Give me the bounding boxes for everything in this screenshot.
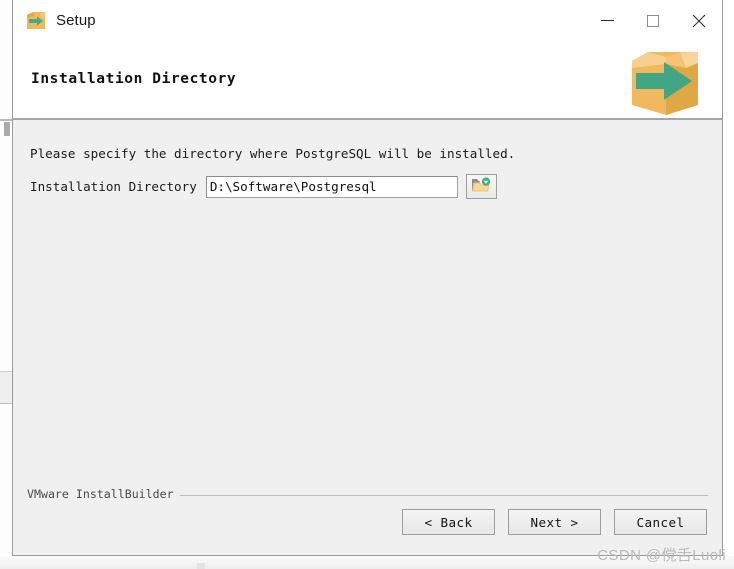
page-title: Installation Directory <box>31 71 237 87</box>
page-header: Installation Directory <box>13 41 722 120</box>
minimize-icon <box>600 20 614 21</box>
close-icon <box>691 13 707 29</box>
footer-brand-label: VMware InstallBuilder <box>27 487 180 501</box>
back-button[interactable]: < Back <box>402 509 495 535</box>
window-controls <box>584 0 722 41</box>
desktop-bottom-strip <box>0 556 734 569</box>
browse-directory-button[interactable] <box>465 174 497 199</box>
desktop-bottom-marker <box>197 563 205 569</box>
close-button[interactable] <box>676 0 722 41</box>
window-title: Setup <box>56 12 96 29</box>
desktop-background: Setup Installation Directory Please spec… <box>0 0 734 569</box>
instruction-text: Please specify the directory where Postg… <box>30 146 516 161</box>
minimize-button[interactable] <box>584 0 630 41</box>
maximize-button[interactable] <box>630 0 676 41</box>
installation-directory-label: Installation Directory <box>30 179 197 194</box>
background-window-handle <box>4 122 10 136</box>
main-content: Please specify the directory where Postg… <box>13 120 722 481</box>
installation-directory-row: Installation Directory <box>30 174 497 199</box>
next-button[interactable]: Next > <box>508 509 601 535</box>
installbuilder-box-arrow-icon <box>25 10 47 32</box>
footer: VMware InstallBuilder < Back Next > Canc… <box>13 481 722 555</box>
footer-button-group: < Back Next > Cancel <box>402 509 707 535</box>
cancel-button[interactable]: Cancel <box>614 509 707 535</box>
maximize-icon <box>647 14 659 27</box>
title-bar: Setup <box>13 0 722 41</box>
installation-directory-input[interactable] <box>205 175 458 198</box>
folder-open-icon <box>471 177 491 197</box>
installbuilder-box-arrow-logo <box>622 43 708 117</box>
setup-window: Setup Installation Directory Please spec… <box>12 0 723 556</box>
